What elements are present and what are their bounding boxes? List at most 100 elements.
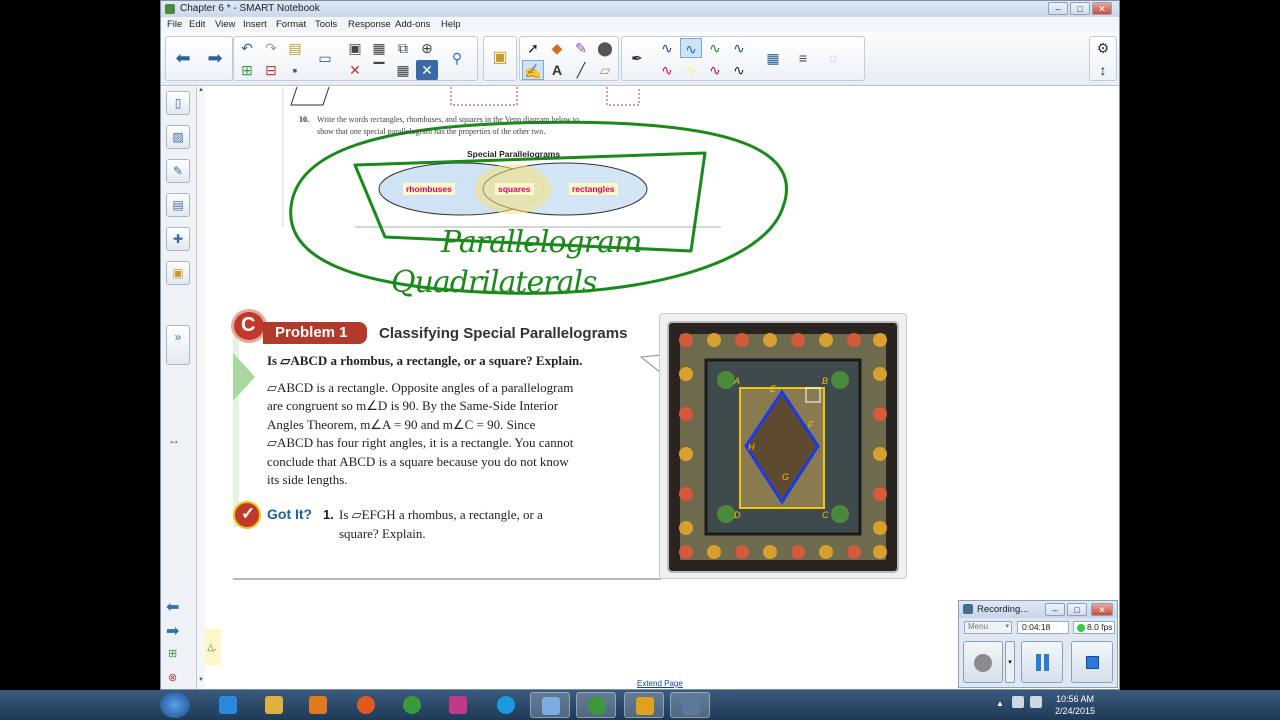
clone-icon[interactable]: ⧉ (392, 38, 414, 58)
resize-handle-icon[interactable]: ↔ (168, 433, 180, 447)
addons-tab-icon[interactable]: ✚ (166, 227, 190, 251)
redo-icon[interactable]: ↷ (260, 38, 282, 58)
attachments-icon[interactable]: ✎ (166, 159, 190, 183)
taskbar-app-active-2[interactable] (576, 692, 616, 718)
taskbar-smart-notebook[interactable] (624, 692, 664, 718)
forward-arrow-icon[interactable]: ➡ (204, 48, 226, 68)
pen-tool-icon[interactable]: ✍ (522, 60, 544, 80)
recorder-minimize-icon[interactable]: – (1045, 603, 1065, 616)
select-arrow-icon[interactable]: ➚ (522, 38, 544, 58)
gear-icon[interactable]: ⚙ (1092, 38, 1114, 58)
taskbar-apps[interactable] (438, 692, 478, 718)
taskbar-media[interactable] (298, 692, 338, 718)
magic-pen-icon[interactable]: ✎ (570, 38, 592, 58)
gallery-icon[interactable]: ▨ (166, 125, 190, 149)
menu-addons[interactable]: Add-ons (395, 19, 430, 30)
fill-icon[interactable]: ⬤ (594, 38, 616, 58)
recorder-app-icon (963, 604, 973, 614)
taskbar-clock[interactable]: 10:56 AM 2/24/2015 (1040, 693, 1110, 717)
scroll-down-icon[interactable]: ▼ (198, 677, 204, 685)
pen-style-navy[interactable]: ∿ (728, 38, 750, 58)
pen-style-yellow[interactable]: ∿ (680, 60, 702, 80)
menu-edit[interactable]: Edit (189, 19, 205, 30)
color-palette-icon[interactable]: ▦ (762, 48, 784, 68)
paste-icon[interactable]: ▣ (344, 38, 366, 58)
taskbar-skype[interactable] (486, 692, 526, 718)
pen-type-icon[interactable]: ✒ (626, 48, 648, 68)
properties-icon[interactable]: ◌ (822, 48, 844, 68)
taskbar-recorder[interactable] (670, 692, 710, 718)
pen-style-magenta[interactable]: ∿ (704, 60, 726, 80)
menu-insert[interactable]: Insert (243, 19, 267, 30)
line-tool-icon[interactable]: ╱ (570, 60, 592, 80)
problem-badge-icon: C (231, 309, 267, 343)
pen-style-blue[interactable]: ∿ (656, 38, 678, 58)
tray-network-icon[interactable] (1012, 696, 1024, 708)
firefox-icon (357, 696, 375, 714)
sidebar-expand-icon[interactable]: » (166, 325, 190, 365)
lesson-toolkit-tab-icon[interactable]: ▣ (166, 261, 190, 285)
shape-tool-icon[interactable]: ◆ (546, 38, 568, 58)
minimize-icon[interactable]: – (1048, 2, 1068, 15)
lesson-activity-toolkit-icon[interactable]: ▣ (489, 48, 511, 68)
screen-shade-icon[interactable]: ▔ (368, 60, 390, 80)
settings-group: ⚙ ↕ (1089, 36, 1117, 81)
text-tool-icon[interactable]: A (546, 60, 568, 80)
pause-button[interactable] (1021, 641, 1063, 683)
sidebar-add-page-icon[interactable]: ⊞ (168, 647, 177, 660)
line-style-icon[interactable]: ≡ (792, 48, 814, 68)
side-bar: ▯ ▨ ✎ ▤ ✚ ▣ » ↔ ⬅ ➡ ⊞ ⊗ (161, 87, 197, 689)
vertical-scrollbar[interactable]: ▲ ▼ (197, 87, 205, 689)
stop-button[interactable] (1071, 641, 1113, 683)
screen-display-icon[interactable]: ▭ (314, 48, 336, 68)
scroll-up-icon[interactable]: ▲ (198, 87, 204, 95)
taskbar-app-active-1[interactable] (530, 692, 570, 718)
screen-capture-icon[interactable]: ▦ (368, 38, 390, 58)
smart-notebook-window: Chapter 6 * - SMART Notebook – □ ✕ File … (160, 0, 1120, 690)
taskbar-ie[interactable] (208, 692, 248, 718)
full-screen-icon[interactable]: ✕ (416, 60, 438, 80)
previous-page-icon[interactable]: ⬅ (166, 597, 179, 617)
undo-icon[interactable]: ↶ (236, 38, 258, 58)
recorder-close-icon[interactable]: ✕ (1091, 603, 1113, 616)
eraser-icon[interactable]: ▱ (594, 60, 616, 80)
page-sorter-icon[interactable]: ▯ (166, 91, 190, 115)
document-camera-icon[interactable]: ⚲ (446, 48, 468, 68)
tray-expand-icon[interactable]: ▲ (996, 699, 1004, 708)
open-folder-icon[interactable]: ▤ (284, 38, 306, 58)
zoom-icon[interactable]: ⊕ (416, 38, 438, 58)
toolbar-move-icon[interactable]: ↕ (1092, 60, 1114, 80)
extend-page-link[interactable]: Extend Page (637, 679, 683, 688)
taskbar-firefox[interactable] (346, 692, 386, 718)
table-icon[interactable]: ▦ (392, 60, 414, 80)
menu-file[interactable]: File (167, 19, 182, 30)
note-tab-icon[interactable]: △. (205, 629, 221, 665)
menu-response[interactable]: Response (348, 19, 391, 30)
taskbar-explorer[interactable] (254, 692, 294, 718)
close-icon[interactable]: ✕ (1092, 2, 1112, 15)
maximize-icon[interactable]: □ (1070, 2, 1090, 15)
save-icon[interactable]: ▪ (284, 60, 306, 80)
menu-tools[interactable]: Tools (315, 19, 337, 30)
pen-style-lightblue[interactable]: ∿ (680, 38, 702, 58)
delete-page-icon[interactable]: ⊟ (260, 60, 282, 80)
recorder-restore-icon[interactable]: □ (1067, 603, 1087, 616)
sidebar-delete-page-icon[interactable]: ⊗ (168, 671, 177, 684)
menu-view[interactable]: View (215, 19, 235, 30)
menu-format[interactable]: Format (276, 19, 306, 30)
back-arrow-icon[interactable]: ⬅ (172, 48, 194, 68)
add-page-icon[interactable]: ⊞ (236, 60, 258, 80)
record-button[interactable] (963, 641, 1003, 683)
delete-icon[interactable]: ✕ (344, 60, 366, 80)
pen-style-green[interactable]: ∿ (704, 38, 726, 58)
properties-tab-icon[interactable]: ▤ (166, 193, 190, 217)
taskbar-chrome[interactable] (392, 692, 432, 718)
start-button[interactable] (160, 692, 190, 718)
record-options-dropdown[interactable]: ▾ (1005, 641, 1015, 683)
next-page-icon[interactable]: ➡ (166, 621, 179, 641)
pen-style-pink[interactable]: ∿ (656, 60, 678, 80)
recorder-menu-dropdown[interactable]: Menu ▾ (964, 621, 1012, 634)
pen-style-dashed[interactable]: ∿ (728, 60, 750, 80)
menu-help[interactable]: Help (441, 19, 461, 30)
chrome-icon (403, 696, 421, 714)
